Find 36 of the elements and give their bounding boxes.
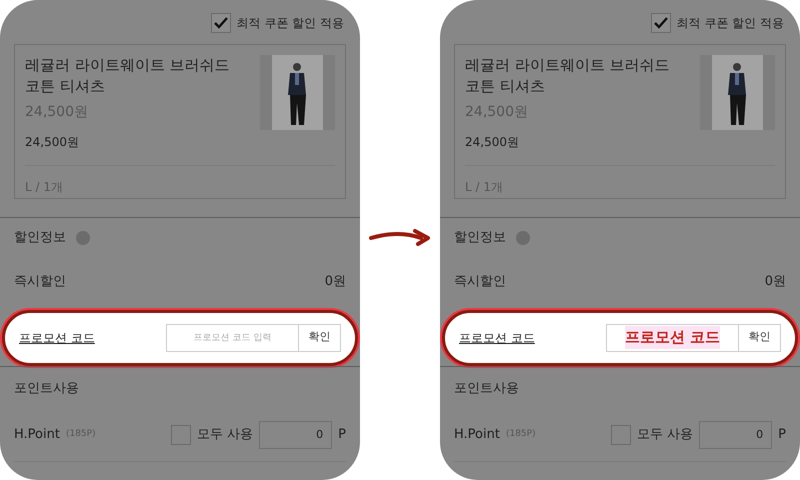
section-title: 할인정보	[454, 229, 506, 248]
checkbox-label: 최적 쿠폰 할인 적용	[236, 15, 344, 32]
point-input[interactable]: 0	[699, 420, 772, 448]
product-name: 레귤러 라이트웨이트 브러쉬드 코튼 티셔츠	[25, 55, 231, 97]
point-label: H.Point	[454, 426, 500, 444]
checkbox-label: 모두 사용	[637, 426, 694, 444]
point-input[interactable]: 0	[259, 420, 332, 448]
checkbox[interactable]	[171, 424, 192, 444]
checkbox-label: 모두 사용	[197, 426, 254, 444]
discount-label: 즉시할인	[454, 273, 506, 291]
info-icon[interactable]	[76, 231, 90, 245]
point-label: H.Point	[14, 426, 60, 444]
discount-value: 0원	[324, 273, 346, 291]
checkbox[interactable]	[210, 13, 231, 33]
promo-code-field[interactable]: 프로모션 코드	[606, 324, 739, 352]
confirm-button[interactable]: 확인	[739, 324, 781, 352]
checkbox[interactable]	[650, 13, 671, 33]
promo-code-field[interactable]: 프로모션 코드 입력	[166, 324, 299, 352]
checkbox-label: 최적 쿠폰 할인 적용	[676, 15, 784, 32]
info-icon[interactable]	[516, 231, 530, 245]
promo-code-label: 프로모션 코드	[19, 330, 95, 346]
unit-label: P	[778, 426, 786, 444]
sale-price: 24,500원	[25, 134, 80, 151]
confirm-button[interactable]: 확인	[299, 324, 341, 352]
section-title: 포인트사용	[454, 380, 519, 398]
checkbox[interactable]	[611, 424, 632, 444]
product-name: 레귤러 라이트웨이트 브러쉬드 코튼 티셔츠	[465, 55, 671, 97]
unit-label: P	[338, 426, 346, 444]
section-title: 할인정보	[14, 229, 66, 248]
promo-code-label: 프로모션 코드	[459, 330, 535, 346]
arrow-icon	[369, 228, 431, 246]
discount-label: 즉시할인	[14, 273, 66, 291]
discount-value: 0원	[764, 273, 786, 291]
section-title: 포인트사용	[14, 380, 79, 398]
sale-price: 24,500원	[465, 134, 520, 151]
annotation-text: 프로모션 코드	[624, 326, 720, 349]
